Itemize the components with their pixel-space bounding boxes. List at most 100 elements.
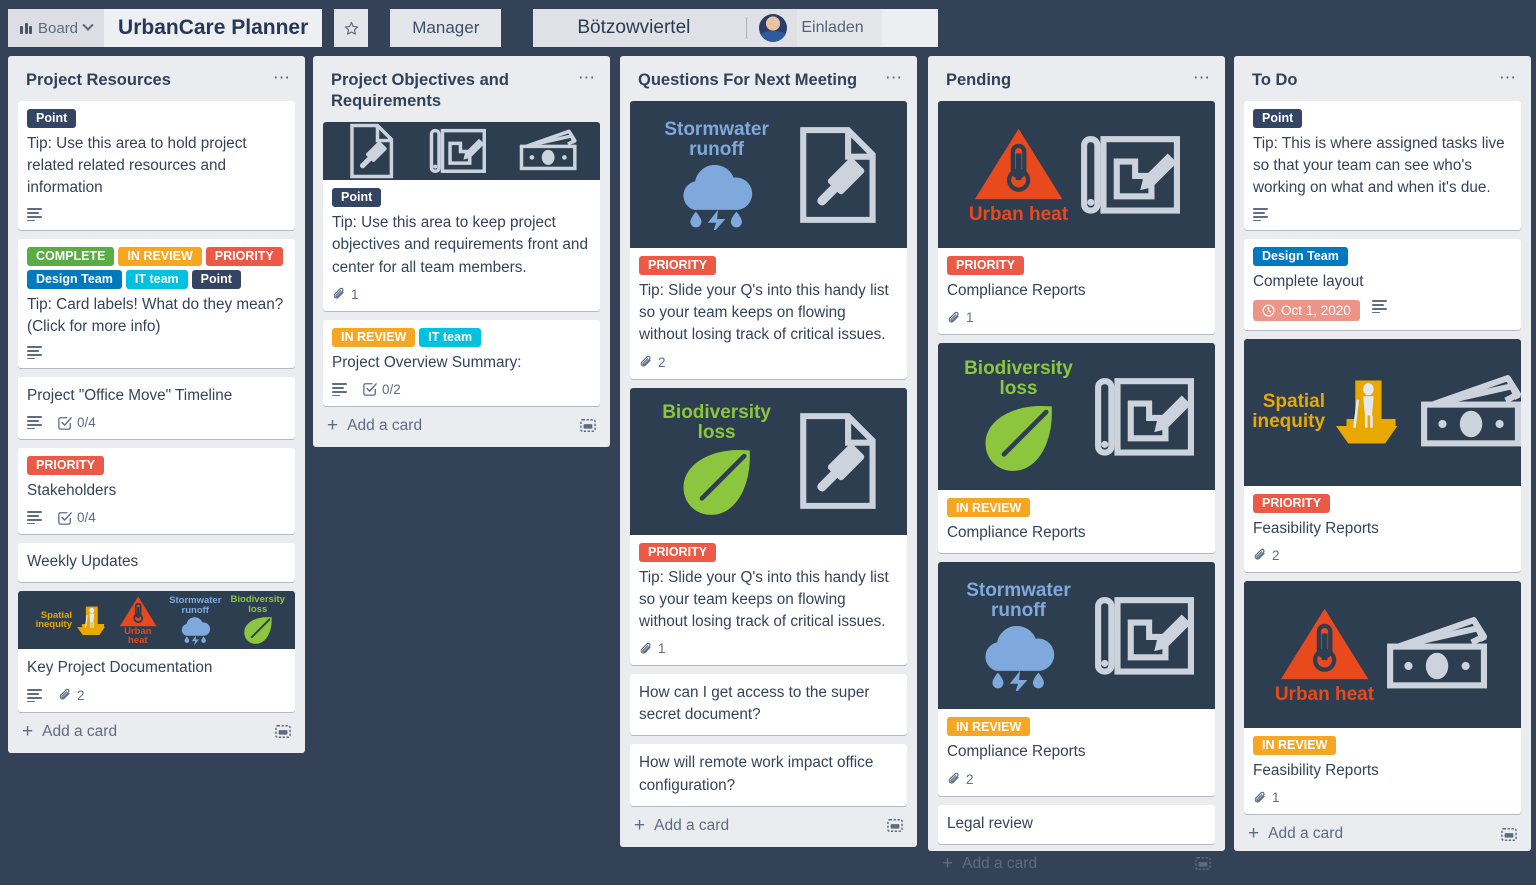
top-bar: Board UrbanCare Planner Manager Bötzowvi… bbox=[0, 0, 1536, 56]
label-design-team[interactable]: Design Team bbox=[27, 269, 122, 289]
add-card-button[interactable]: + Add a card bbox=[1248, 824, 1344, 843]
card-cover[interactable]: Urban heat bbox=[938, 101, 1215, 249]
card-cover[interactable]: Spatial inequity Urban heat Stormwater run… bbox=[18, 591, 295, 650]
label-priority[interactable]: PRIORITY bbox=[205, 246, 283, 266]
add-card-row[interactable]: + Add a card bbox=[8, 712, 305, 753]
cover-item: Stormwater runoff bbox=[954, 581, 1082, 691]
label-point[interactable]: Point bbox=[1253, 109, 1303, 129]
card-template-button[interactable] bbox=[580, 418, 596, 433]
card[interactable]: Urban heat PRIORITY Compliance Reports 1 bbox=[938, 101, 1215, 335]
add-card-row[interactable]: + Add a card bbox=[313, 406, 610, 447]
label-priority[interactable]: PRIORITY bbox=[947, 256, 1025, 276]
card-template-button[interactable] bbox=[275, 724, 291, 739]
card[interactable]: How can I get access to the super secret… bbox=[630, 674, 907, 736]
add-card-button[interactable]: + Add a card bbox=[22, 722, 117, 741]
card[interactable]: Design Team Complete layout Oct 1, 2020 bbox=[1244, 238, 1521, 330]
card-labels: IN REVIEW bbox=[947, 498, 1206, 518]
list-menu-ellipsis-icon[interactable]: ⋯ bbox=[578, 69, 596, 86]
label-point[interactable]: Point bbox=[191, 269, 241, 289]
list-menu-ellipsis-icon[interactable]: ⋯ bbox=[273, 69, 291, 86]
card[interactable]: PRIORITY Stakeholders 0/4 bbox=[18, 448, 295, 535]
card[interactable]: Biodiversity loss IN REVIEW Compliance Rep… bbox=[938, 343, 1215, 554]
label-point[interactable]: Point bbox=[27, 109, 77, 129]
team-name[interactable]: Bötzowviertel bbox=[533, 17, 746, 39]
due-date-badge[interactable]: Oct 1, 2020 bbox=[1253, 299, 1360, 321]
star-button[interactable] bbox=[334, 9, 369, 47]
card[interactable]: Stormwater runoff PRIORITY Tip: Slide your… bbox=[630, 101, 907, 379]
card-labels: PRIORITY bbox=[639, 256, 898, 276]
label-priority[interactable]: PRIORITY bbox=[639, 542, 717, 562]
card-badge-attachment: 2 bbox=[947, 772, 974, 787]
label-in-review[interactable]: IN REVIEW bbox=[118, 246, 202, 266]
card[interactable]: Stormwater runoff IN REVIEW Compliance Rep… bbox=[938, 562, 1215, 796]
label-in-review[interactable]: IN REVIEW bbox=[1253, 735, 1337, 755]
card-title: Tip: This is where assigned tasks live s… bbox=[1253, 135, 1505, 197]
badge-value: 1 bbox=[966, 310, 974, 326]
card[interactable]: Point Tip: Use this area to hold project … bbox=[18, 101, 295, 230]
label-priority[interactable]: PRIORITY bbox=[639, 256, 717, 276]
manager-button[interactable]: Manager bbox=[390, 9, 502, 47]
card[interactable]: Weekly Updates bbox=[18, 543, 295, 583]
card-labels: IN REVIEW bbox=[947, 717, 1206, 737]
list-title[interactable]: Project Resources bbox=[26, 70, 171, 91]
biodiversity-icon bbox=[683, 450, 750, 516]
label-it-team[interactable]: IT team bbox=[125, 269, 188, 289]
add-card-button[interactable]: + Add a card bbox=[634, 816, 730, 835]
card-title: Compliance Reports bbox=[947, 743, 1086, 761]
card[interactable]: Legal review bbox=[938, 804, 1215, 844]
biodiversity-icon bbox=[244, 617, 272, 645]
add-card-row[interactable]: + Add a card bbox=[1234, 814, 1531, 855]
add-card-label: Add a card bbox=[1268, 825, 1344, 843]
avatar[interactable] bbox=[759, 14, 788, 42]
list-menu-ellipsis-icon[interactable]: ⋯ bbox=[1499, 69, 1517, 86]
label-design-team[interactable]: Design Team bbox=[1253, 246, 1348, 266]
add-card-button[interactable]: + Add a card bbox=[327, 414, 423, 436]
card-cover[interactable]: Biodiversity loss bbox=[938, 343, 1215, 491]
attachment-icon bbox=[333, 288, 344, 299]
card-cover[interactable]: Urban heat bbox=[1244, 580, 1521, 728]
board-dropdown-button[interactable]: Board bbox=[8, 9, 105, 47]
label-priority[interactable]: PRIORITY bbox=[1253, 493, 1331, 513]
add-card-label: Add a card bbox=[654, 816, 730, 834]
add-card-label: Add a card bbox=[347, 416, 423, 434]
list-title[interactable]: Questions For Next Meeting bbox=[638, 70, 857, 91]
card[interactable]: Point Tip: Use this area to keep project … bbox=[323, 122, 600, 311]
label-in-review[interactable]: IN REVIEW bbox=[947, 498, 1031, 518]
card-cover[interactable] bbox=[323, 122, 600, 181]
add-card-row[interactable]: + Add a card bbox=[928, 844, 1225, 885]
label-in-review[interactable]: IN REVIEW bbox=[332, 327, 416, 347]
card-body: IN REVIEW IT team Project Overview Summary… bbox=[323, 320, 600, 406]
card[interactable]: IN REVIEW IT team Project Overview Summary… bbox=[323, 319, 600, 406]
card[interactable]: Spatial inequity Urban heat Stormwater run… bbox=[18, 591, 295, 712]
card[interactable]: COMPLETE IN REVIEW PRIORITY Design Team IT t… bbox=[18, 238, 295, 368]
list-title[interactable]: To Do bbox=[1252, 70, 1298, 91]
team-group: Bötzowviertel Einladen bbox=[533, 9, 938, 47]
list-title[interactable]: Pending bbox=[946, 70, 1011, 91]
add-card-row[interactable]: + Add a card bbox=[620, 806, 917, 847]
card-template-button[interactable] bbox=[1501, 827, 1517, 842]
card[interactable]: Biodiversity loss PRIORITY Tip: Slide your… bbox=[630, 387, 907, 666]
card-cover[interactable]: Stormwater runoff bbox=[938, 562, 1215, 710]
list-title[interactable]: Project Objectives and Requirements bbox=[331, 70, 556, 112]
label-in-review[interactable]: IN REVIEW bbox=[947, 717, 1031, 737]
label-it-team[interactable]: IT team bbox=[419, 327, 482, 347]
card-cover[interactable]: Biodiversity loss bbox=[630, 387, 907, 535]
card[interactable]: How will remote work impact office confi… bbox=[630, 744, 907, 806]
card[interactable]: Spatial inequity PRIORITY Feasibility Repo… bbox=[1244, 338, 1521, 572]
plus-icon: + bbox=[327, 414, 339, 436]
list-menu-ellipsis-icon[interactable]: ⋯ bbox=[1193, 69, 1211, 86]
invite-button[interactable]: Einladen bbox=[797, 9, 882, 47]
label-complete[interactable]: COMPLETE bbox=[27, 246, 115, 266]
label-priority[interactable]: PRIORITY bbox=[27, 456, 105, 476]
card[interactable]: Project "Office Move" Timeline 0/4 bbox=[18, 376, 295, 440]
card-cover[interactable]: Stormwater runoff bbox=[630, 101, 907, 249]
label-point[interactable]: Point bbox=[332, 188, 382, 208]
list-menu-ellipsis-icon[interactable]: ⋯ bbox=[885, 69, 903, 86]
card[interactable]: Urban heat IN REVIEW Feasibility Reports 1 bbox=[1244, 580, 1521, 815]
card-badges: 2 bbox=[639, 355, 898, 370]
card-body: IN REVIEW Compliance Reports 2 bbox=[938, 709, 1215, 795]
card-cover[interactable]: Spatial inequity bbox=[1244, 338, 1521, 486]
card[interactable]: Point Tip: This is where assigned tasks l… bbox=[1244, 101, 1521, 230]
card-template-button[interactable] bbox=[887, 818, 903, 833]
card-title: Feasibility Reports bbox=[1253, 519, 1379, 537]
